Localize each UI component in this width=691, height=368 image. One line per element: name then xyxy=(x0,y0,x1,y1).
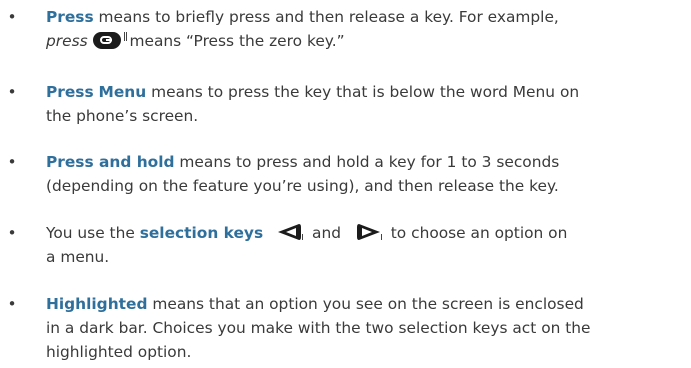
definition-text: to choose an option on xyxy=(385,224,568,242)
text-line: Press Menu means to press the key that i… xyxy=(46,80,689,104)
term-press: Press xyxy=(46,8,94,26)
bullet: • xyxy=(7,295,17,313)
term-menu: Menu xyxy=(98,83,147,101)
right-selection-key-icon xyxy=(356,223,382,241)
menu-word: Menu xyxy=(512,83,556,101)
list-item-text: Press and hold means to press and hold a… xyxy=(46,150,689,198)
definition-text: means to briefly press and then release … xyxy=(93,8,559,26)
prefix-text: You use the xyxy=(46,224,140,242)
bullet: • xyxy=(7,83,17,101)
text-line: (depending on the feature you’re using),… xyxy=(46,174,689,198)
list-item-text: Press means to briefly press and then re… xyxy=(46,5,689,53)
definition-text-continued: highlighted option. xyxy=(46,343,192,361)
text-line: press means “Press the zero key.” xyxy=(46,29,689,53)
term-highlighted: Highlighted xyxy=(46,295,148,313)
definition-text-continued: (depending on the feature you’re using),… xyxy=(46,177,559,195)
text-line: highlighted option. xyxy=(46,340,689,364)
term-press-and-hold: Press and hold xyxy=(46,153,175,171)
left-selection-key-icon xyxy=(277,223,304,241)
definition-text-end: on xyxy=(555,83,580,101)
definition-text-continued: the phone’s screen. xyxy=(46,107,199,125)
text-line: Press means to briefly press and then re… xyxy=(46,5,689,29)
definition-text: means to press the key that is below the… xyxy=(146,83,513,101)
bullet: • xyxy=(7,153,17,171)
term-selection-keys: selection keys xyxy=(139,224,264,242)
zero-key-icon xyxy=(92,32,127,49)
definition-text-continued: a menu. xyxy=(46,248,110,266)
text-line: Press and hold means to press and hold a… xyxy=(46,150,689,174)
and-text: and xyxy=(307,224,346,242)
text-line: in a dark bar. Choices you make with the… xyxy=(46,316,689,340)
text-line: You use the selection keys and to choose… xyxy=(46,221,689,245)
list-item-text: Press Menu means to press the key that i… xyxy=(46,80,689,128)
text-line: the phone’s screen. xyxy=(46,104,689,128)
bullet: • xyxy=(7,224,17,242)
definition-text: means that an option you see on the scre… xyxy=(147,295,584,313)
list-item-text: You use the selection keys and to choose… xyxy=(46,221,689,269)
example-text: means “Press the zero key.” xyxy=(124,32,345,50)
example-verb: press xyxy=(46,32,88,50)
term-press: Press xyxy=(46,83,94,101)
definition-text: means to press and hold a key for 1 to 3… xyxy=(174,153,560,171)
definition-text-continued: in a dark bar. Choices you make with the… xyxy=(46,319,591,337)
text-line: Highlighted means that an option you see… xyxy=(46,292,689,316)
text-line: a menu. xyxy=(46,245,689,269)
list-item-text: Highlighted means that an option you see… xyxy=(46,292,689,364)
bullet: • xyxy=(7,8,17,26)
